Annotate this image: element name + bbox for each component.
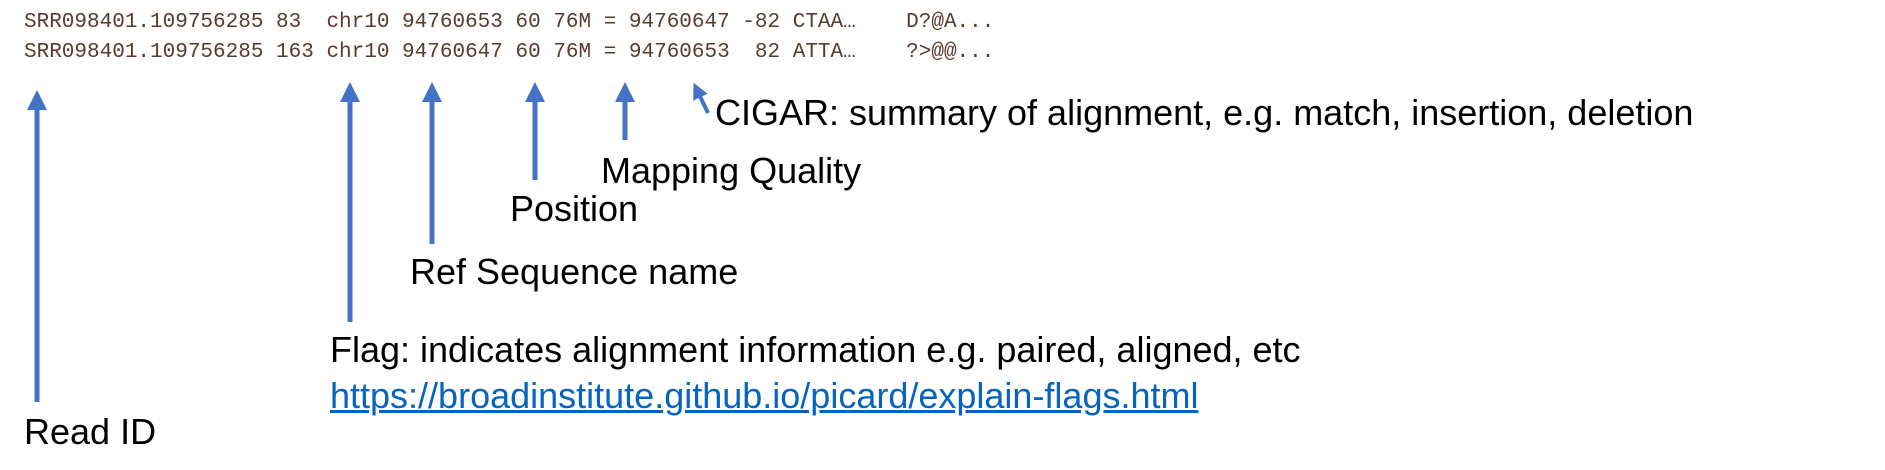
read-id-label: Read ID (24, 411, 157, 452)
cigar-label: CIGAR: summary of alignment, e.g. match,… (715, 92, 1694, 133)
sam-format-diagram: SRR098401.109756285 83 chr10 94760653 60… (0, 0, 1885, 470)
flag-label: Flag: indicates alignment information e.… (330, 329, 1301, 370)
mapping-quality-label: Mapping Quality (601, 150, 862, 191)
position-label: Position (510, 188, 639, 229)
cigar-arrow-icon (693, 82, 710, 114)
explain-flags-link[interactable]: https://broadinstitute.github.io/picard/… (330, 378, 1198, 414)
ref-sequence-name-label: Ref Sequence name (410, 251, 739, 292)
